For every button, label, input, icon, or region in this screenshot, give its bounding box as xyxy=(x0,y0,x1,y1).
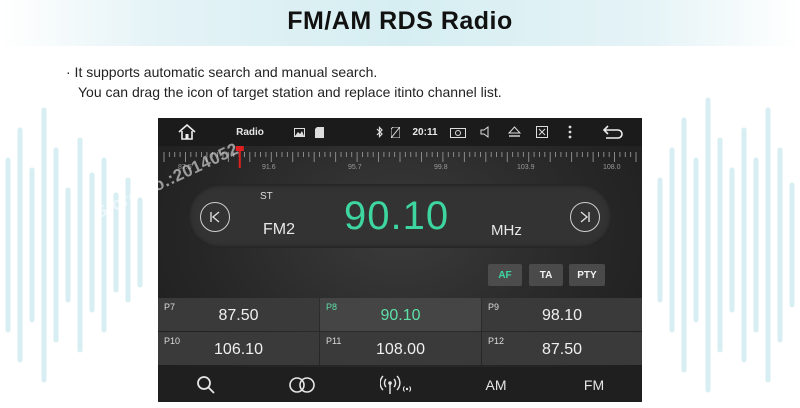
pty-toggle[interactable]: PTY xyxy=(569,264,605,286)
stereo-indicator: ST xyxy=(260,191,273,202)
current-frequency: 90.10 xyxy=(344,194,450,238)
preset-frequency: 108.00 xyxy=(376,341,425,358)
volume-icon[interactable] xyxy=(476,118,496,146)
scale-label: 103.9 xyxy=(517,164,535,171)
preset-p8[interactable]: P8 90.10 xyxy=(320,298,481,331)
preset-frequency: 106.10 xyxy=(214,341,263,358)
no-sim-icon xyxy=(389,118,401,146)
preset-p12[interactable]: P12 87.50 xyxy=(482,332,642,365)
stereo-loop-icon xyxy=(289,376,315,393)
preset-frequency: 98.10 xyxy=(541,307,583,324)
skip-previous-icon xyxy=(210,211,220,223)
close-box-icon[interactable] xyxy=(532,118,552,146)
title-banner: FM/AM RDS Radio xyxy=(0,0,800,46)
signal-scan-button[interactable] xyxy=(376,367,420,402)
search-button[interactable] xyxy=(186,367,226,402)
scale-label: 99.8 xyxy=(434,164,448,171)
eject-icon[interactable] xyxy=(504,118,524,146)
camera-icon[interactable] xyxy=(448,118,468,146)
preset-frequency: 87.50 xyxy=(218,307,259,324)
preset-p11[interactable]: P11 108.00 xyxy=(320,332,481,365)
frequency-unit: MHz xyxy=(491,222,522,239)
preset-frequency: 87.50 xyxy=(541,341,583,358)
sd-card-icon xyxy=(312,118,326,146)
page-title: FM/AM RDS Radio xyxy=(287,7,513,35)
description-line-2: You can drag the icon of target station … xyxy=(78,84,502,100)
preset-grid: P7 87.50 P8 90.10 P9 98.10 P10 106.10 P1… xyxy=(158,298,642,366)
menu-dots-icon[interactable] xyxy=(562,118,578,146)
preset-p9[interactable]: P9 98.10 xyxy=(482,298,642,331)
bottom-toolbar: AM FM xyxy=(158,367,642,402)
preset-p7[interactable]: P7 87.50 xyxy=(158,298,319,331)
preset-p10[interactable]: P10 106.10 xyxy=(158,332,319,365)
seek-previous-button[interactable] xyxy=(200,202,230,232)
scale-label: 108.0 xyxy=(603,164,621,171)
skip-next-icon xyxy=(580,211,590,223)
ta-toggle[interactable]: TA xyxy=(529,264,563,286)
band-label: FM2 xyxy=(263,221,295,238)
seek-next-button[interactable] xyxy=(570,202,600,232)
am-band-button[interactable]: AM xyxy=(474,367,518,402)
app-title: Radio xyxy=(236,126,264,138)
home-icon[interactable] xyxy=(170,118,204,146)
af-toggle[interactable]: AF xyxy=(488,264,522,286)
signal-scan-icon xyxy=(380,375,412,394)
stereo-button[interactable] xyxy=(280,367,324,402)
clock: 20:11 xyxy=(412,126,438,138)
scale-label: 95.7 xyxy=(348,164,362,171)
back-icon[interactable] xyxy=(598,118,628,146)
fm-band-button[interactable]: FM xyxy=(572,367,616,402)
bluetooth-icon xyxy=(374,118,386,146)
feature-description: · It supports automatic search and manua… xyxy=(66,62,502,102)
description-line-1: · It supports automatic search and manua… xyxy=(66,64,378,80)
scale-label: 91.6 xyxy=(262,164,276,171)
search-icon xyxy=(197,375,215,394)
image-icon xyxy=(292,118,306,146)
preset-frequency: 90.10 xyxy=(380,307,421,324)
